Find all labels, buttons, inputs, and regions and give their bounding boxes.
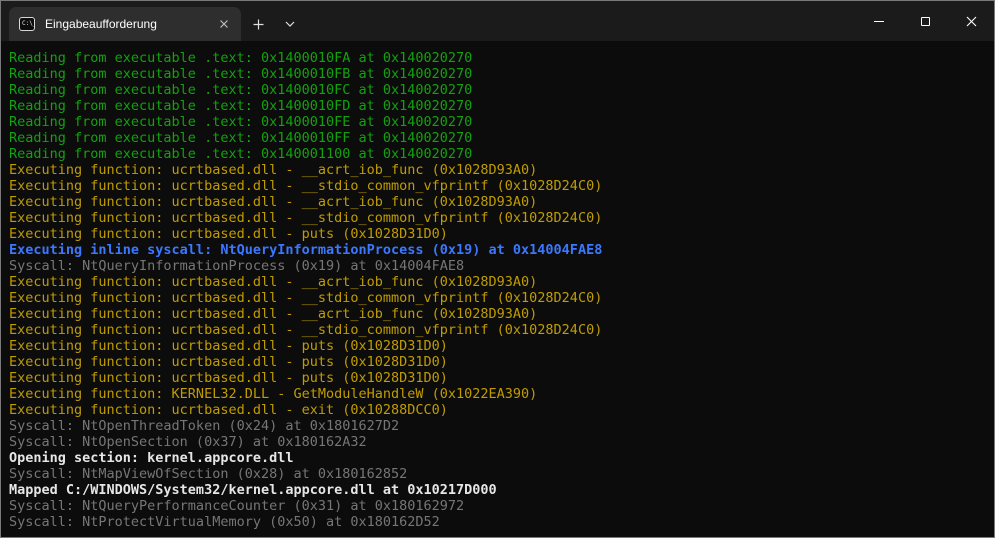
terminal-line: Reading from executable .text: 0x1400011… [9, 146, 990, 162]
tab-eingabeaufforderung[interactable]: C:\_ Eingabeaufforderung [9, 7, 241, 41]
minimize-icon [874, 21, 884, 22]
tab-title: Eingabeaufforderung [45, 17, 213, 31]
plus-icon [253, 19, 264, 30]
close-icon [966, 16, 977, 27]
terminal-line: Opening section: kernel.appcore.dll [9, 450, 990, 466]
terminal-line: Executing function: ucrtbased.dll - __ac… [9, 194, 990, 210]
terminal-line: Executing function: KERNEL32.DLL - GetMo… [9, 386, 990, 402]
terminal-line: Syscall: NtMapViewOfSection (0x28) at 0x… [9, 466, 990, 482]
terminal-line: Executing function: ucrtbased.dll - __ac… [9, 162, 990, 178]
terminal-line: Executing function: ucrtbased.dll - __st… [9, 210, 990, 226]
terminal-line: Executing function: ucrtbased.dll - __ac… [9, 306, 990, 322]
terminal-line: Reading from executable .text: 0x1400010… [9, 98, 990, 114]
title-bar[interactable]: C:\_ Eingabeaufforderung [1, 1, 994, 41]
terminal-line: Syscall: NtOpenSection (0x37) at 0x18016… [9, 434, 990, 450]
terminal-window: C:\_ Eingabeaufforderung [0, 0, 995, 538]
terminal-line: Executing function: ucrtbased.dll - __st… [9, 290, 990, 306]
close-icon [219, 19, 229, 29]
terminal-line: Reading from executable .text: 0x1400010… [9, 82, 990, 98]
cmd-icon: C:\_ [19, 17, 35, 31]
terminal-line: Executing function: ucrtbased.dll - puts… [9, 226, 990, 242]
terminal-line: Reading from executable .text: 0x1400010… [9, 130, 990, 146]
terminal-line: Executing function: ucrtbased.dll - __st… [9, 322, 990, 338]
terminal-line: Syscall: NtOpenThreadToken (0x24) at 0x1… [9, 418, 990, 434]
chevron-down-icon [285, 21, 295, 27]
maximize-button[interactable] [902, 1, 948, 41]
terminal-line: Executing function: ucrtbased.dll - puts… [9, 354, 990, 370]
terminal-line: Reading from executable .text: 0x1400010… [9, 66, 990, 82]
terminal-line: Executing inline syscall: NtQueryInforma… [9, 242, 990, 258]
terminal-output[interactable]: Reading from executable .text: 0x1400010… [1, 41, 994, 537]
terminal-line: Mapped C:/WINDOWS/System32/kernel.appcor… [9, 482, 990, 498]
terminal-line: Syscall: NtProtectVirtualMemory (0x50) a… [9, 514, 990, 530]
terminal-line: Reading from executable .text: 0x1400010… [9, 50, 990, 66]
terminal-line: Executing function: ucrtbased.dll - exit… [9, 402, 990, 418]
tab-close-button[interactable] [213, 13, 235, 35]
maximize-icon [921, 17, 930, 26]
close-button[interactable] [948, 1, 994, 41]
tab-dropdown-button[interactable] [275, 7, 305, 41]
titlebar-drag-area[interactable] [305, 1, 856, 41]
minimize-button[interactable] [856, 1, 902, 41]
terminal-line: Reading from executable .text: 0x1400010… [9, 114, 990, 130]
terminal-line: Syscall: NtQueryPerformanceCounter (0x31… [9, 498, 990, 514]
terminal-line: Syscall: NtQueryInformationProcess (0x19… [9, 258, 990, 274]
new-tab-button[interactable] [241, 7, 275, 41]
terminal-line: Executing function: ucrtbased.dll - puts… [9, 370, 990, 386]
terminal-line: Executing function: ucrtbased.dll - __ac… [9, 274, 990, 290]
terminal-line: Executing function: ucrtbased.dll - __st… [9, 178, 990, 194]
terminal-line: Executing function: ucrtbased.dll - puts… [9, 338, 990, 354]
